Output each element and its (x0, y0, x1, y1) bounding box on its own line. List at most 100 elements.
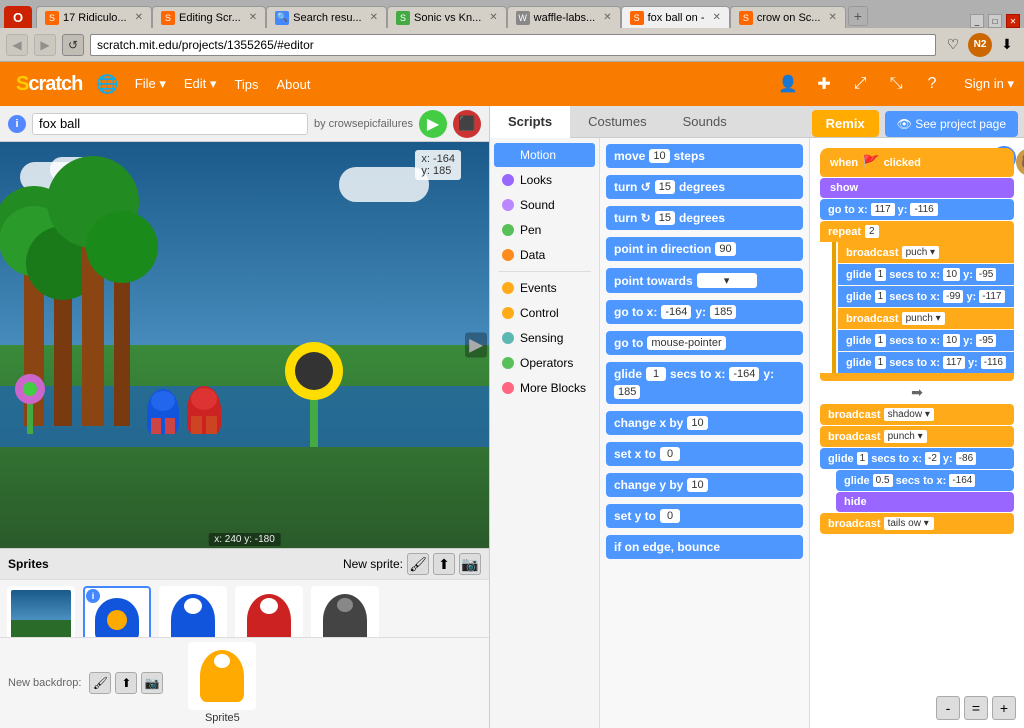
forward-button[interactable]: ▶ (34, 34, 56, 56)
block-show[interactable]: show (820, 178, 1014, 198)
download-icon[interactable]: ⬇ (996, 34, 1018, 56)
block-glide-2a[interactable]: glide 1 secs to x: -99 y: -117 (838, 286, 1014, 307)
sprite-name-input[interactable] (32, 113, 308, 135)
block-hide[interactable]: hide (836, 492, 1014, 512)
remix-button[interactable]: Remix (812, 110, 879, 137)
upload-sprite-button[interactable]: ⬆ (433, 553, 455, 575)
category-data[interactable]: Data (494, 243, 595, 267)
block-change-y-input[interactable]: 10 (687, 478, 707, 492)
block-change-x-input[interactable]: 10 (687, 416, 707, 430)
paint-sprite-button[interactable]: 🖌 (407, 553, 429, 575)
paint-backdrop-button[interactable]: 🖌 (89, 672, 111, 694)
tab-sounds[interactable]: Sounds (665, 106, 745, 139)
block-glide-3a[interactable]: glide 1 secs to x: 10 y: -95 (838, 330, 1014, 351)
camera-sprite-button[interactable]: 📷 (459, 553, 481, 575)
block-glide-4a[interactable]: glide 1 secs to x: 117 y: -116 (838, 352, 1014, 373)
tab-scripts[interactable]: Scripts (490, 106, 570, 139)
sprite-info-icon[interactable]: i (8, 115, 26, 133)
stage-expand-arrow[interactable]: ▶ (465, 333, 487, 358)
broadcast-puch-val[interactable]: puch ▾ (902, 246, 939, 259)
add-tab-button[interactable]: + (848, 6, 868, 26)
goto-y-val[interactable]: -116 (910, 203, 937, 216)
stop-button[interactable]: ⬛ (453, 110, 481, 138)
sprite5-item[interactable]: Sprite5 (187, 642, 257, 724)
green-flag-button[interactable]: ▶ (419, 110, 447, 138)
maximize-button[interactable]: □ (988, 14, 1002, 28)
tab-1[interactable]: S Editing Scr... ✕ (152, 6, 266, 28)
block-set-x[interactable]: set x to 0 (606, 442, 803, 466)
block-broadcast-punch-outer[interactable]: broadcast punch ▾ (820, 426, 1014, 447)
glide4-y[interactable]: -116 (981, 356, 1006, 369)
block-turn-left-input[interactable]: 15 (655, 180, 675, 194)
zoom-in-button[interactable]: + (992, 696, 1016, 720)
refresh-button[interactable]: ↺ (62, 34, 84, 56)
globe-icon[interactable]: 🌐 (96, 74, 118, 95)
block-goto-y-input[interactable]: 185 (710, 305, 736, 319)
block-direction-input[interactable]: 90 (715, 242, 735, 256)
glide2-secs[interactable]: 1 (875, 290, 887, 303)
block-set-y-input[interactable]: 0 (660, 509, 680, 523)
tab-5[interactable]: S fox ball on - ✕ (621, 6, 730, 28)
tab-3[interactable]: S Sonic vs Kn... ✕ (387, 6, 507, 28)
tab-close-2[interactable]: ✕ (370, 12, 378, 23)
zoom-out-button[interactable]: - (936, 696, 960, 720)
back-button[interactable]: ◀ (6, 34, 28, 56)
block-towards-input[interactable]: ▾ (697, 273, 757, 288)
see-project-button[interactable]: 👁 See project page (885, 111, 1018, 137)
block-goto-xy[interactable]: go to x: -164 y: 185 (606, 300, 803, 324)
glide05-secs[interactable]: 0.5 (873, 474, 893, 487)
glide4-secs[interactable]: 1 (875, 356, 887, 369)
broadcast-tails-val[interactable]: tails ow ▾ (884, 517, 934, 530)
broadcast-punch-outer-val[interactable]: punch ▾ (884, 430, 927, 443)
glide3-x[interactable]: 10 (943, 334, 960, 347)
category-sensing[interactable]: Sensing (494, 326, 595, 350)
glide2-x[interactable]: -99 (943, 290, 963, 303)
tab-6[interactable]: S crow on Sc... ✕ (730, 6, 846, 28)
tab-close-3[interactable]: ✕ (489, 12, 497, 23)
repeat-block-header[interactable]: repeat 2 (820, 221, 1014, 242)
tab-4[interactable]: W waffle-labs... ✕ (507, 6, 621, 28)
category-looks[interactable]: Looks (494, 168, 595, 192)
tab-close-0[interactable]: ✕ (135, 12, 143, 23)
block-broadcast-punch-inner[interactable]: broadcast punch ▾ (838, 308, 1014, 329)
category-more-blocks[interactable]: More Blocks (494, 376, 595, 400)
block-if-on-edge[interactable]: if on edge, bounce (606, 535, 803, 559)
glide-neg2-secs[interactable]: 1 (857, 452, 869, 465)
block-broadcast-shadow[interactable]: broadcast shadow ▾ (820, 404, 1014, 425)
hat-block-when-clicked[interactable]: when 🚩 clicked 🐻 (820, 148, 1014, 177)
tab-close-1[interactable]: ✕ (249, 12, 257, 23)
glide3-y[interactable]: -95 (976, 334, 996, 347)
goto-x-val[interactable]: 117 (871, 203, 895, 216)
glide05-x[interactable]: -164 (949, 474, 975, 487)
glide3-secs[interactable]: 1 (875, 334, 887, 347)
category-events[interactable]: Events (494, 276, 595, 300)
tab-close-4[interactable]: ✕ (603, 12, 611, 23)
glide4-x[interactable]: 117 (943, 356, 965, 369)
bookmark-icon[interactable]: ♡ (942, 34, 964, 56)
block-change-y[interactable]: change y by 10 (606, 473, 803, 497)
sprite4-item[interactable]: Sprite4 (310, 586, 380, 637)
block-goto-target-input[interactable]: mouse-pointer (647, 336, 725, 350)
block-glide-neg2[interactable]: glide 1 secs to x: -2 y: -86 (820, 448, 1014, 469)
menu-edit[interactable]: Edit ▾ (176, 72, 225, 96)
sprite2-item[interactable]: Sprite2 (158, 586, 228, 637)
grow-icon[interactable]: ⤢ (846, 70, 874, 98)
block-move[interactable]: move 10 steps (606, 144, 803, 168)
user-profile-icon[interactable]: N2 (968, 33, 992, 57)
glide-neg2-x[interactable]: -2 (925, 452, 940, 465)
tab-close-5[interactable]: ✕ (713, 12, 721, 23)
block-glide-secs[interactable]: 1 (646, 367, 666, 381)
block-glide-x[interactable]: -164 (729, 367, 759, 381)
signin-button[interactable]: Sign in ▾ (964, 76, 1014, 92)
block-point-towards[interactable]: point towards ▾ (606, 268, 803, 293)
menu-file[interactable]: File ▾ (127, 72, 174, 96)
sprite1-item[interactable]: i Sprite1 (82, 586, 152, 637)
url-bar[interactable] (90, 34, 936, 56)
block-goto-117[interactable]: go to x: 117 y: -116 (820, 199, 1014, 220)
category-operators[interactable]: Operators (494, 351, 595, 375)
block-move-input[interactable]: 10 (649, 149, 669, 163)
block-glide-05[interactable]: glide 0.5 secs to x: -164 (836, 470, 1014, 491)
upload-backdrop-button[interactable]: ⬆ (115, 672, 137, 694)
broadcast-punch-inner-val[interactable]: punch ▾ (902, 312, 945, 325)
block-glide-y[interactable]: 185 (614, 385, 640, 399)
